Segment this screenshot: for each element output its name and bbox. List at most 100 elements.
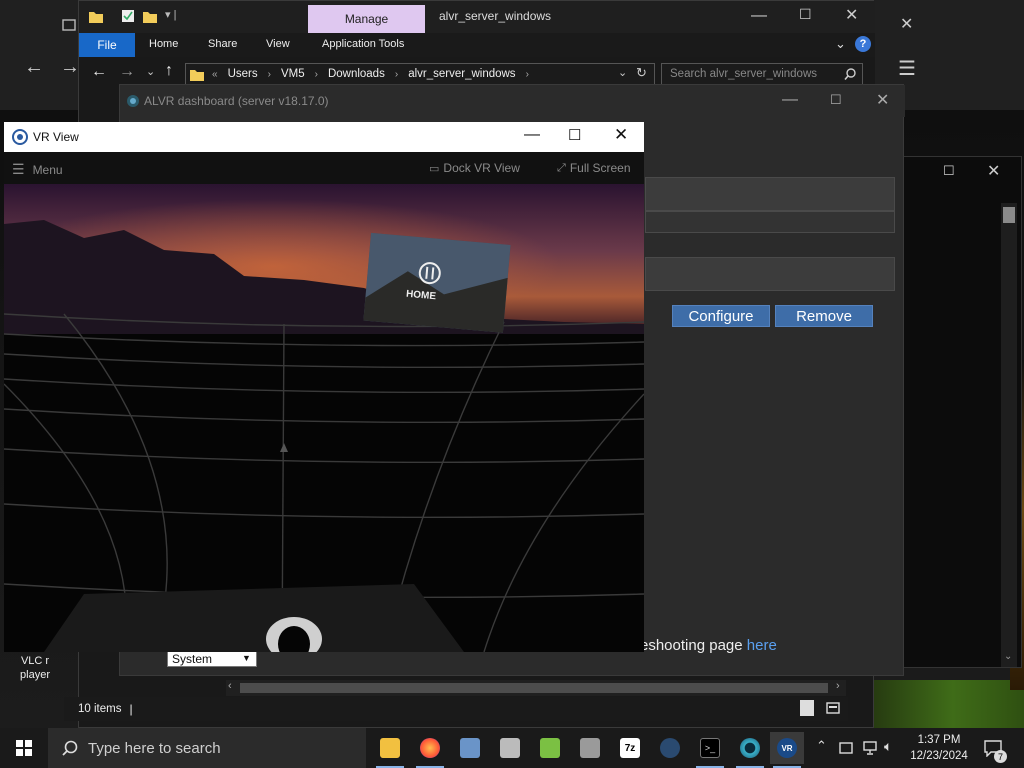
breadcrumb-downloads[interactable]: Downloads [328, 68, 385, 80]
taskbar-notepad[interactable] [533, 732, 567, 764]
taskbar-steamvr[interactable]: VR [770, 732, 804, 768]
forward-icon[interactable]: → [119, 63, 135, 81]
network-icon[interactable] [862, 740, 878, 756]
alvr-client-card [645, 257, 895, 291]
troubleshooting-label: eshooting page [640, 637, 743, 654]
explorer-scrollbar-thumb[interactable] [240, 683, 828, 693]
details-view-icon[interactable] [800, 700, 814, 716]
notification-badge: 7 [994, 750, 1007, 763]
ribbon-tab-share[interactable]: Share [208, 38, 237, 50]
minimize-icon[interactable]: — [751, 7, 767, 25]
desktop-icon-label: player [20, 669, 50, 681]
firefox-icon [420, 738, 440, 758]
vr-environment-graphic [4, 184, 644, 652]
breadcrumb-users[interactable]: Users [228, 68, 258, 80]
console-scrollbar[interactable]: ⌄ [1001, 203, 1017, 667]
breadcrumb-separator-icon[interactable]: › [268, 69, 271, 80]
breadcrumb-overflow-icon[interactable]: « [212, 69, 218, 80]
large-icons-view-icon[interactable] [826, 701, 840, 715]
file-explorer-icon [380, 738, 400, 758]
notepad-icon [540, 738, 560, 758]
ribbon-tab-home[interactable]: Home [149, 38, 178, 50]
browser-forward-icon[interactable]: → [60, 56, 80, 79]
desktop-icon-vlc[interactable]: VLC r player [10, 654, 60, 682]
breadcrumb-alvr-server-windows[interactable]: alvr_server_windows [408, 68, 515, 80]
full-screen-button[interactable]: ⤢ Full Screen [557, 161, 631, 175]
scroll-right-icon[interactable]: › [836, 680, 840, 692]
taskbar-steam[interactable] [653, 732, 687, 764]
quick-access-dropdown-icon[interactable]: ▾ | [165, 8, 176, 21]
vr-view-window: VR View — ☐ ✕ ☰ Menu ▭ Dock VR View ⤢ Fu… [4, 122, 644, 652]
show-hidden-icons-icon[interactable]: ⌃ [816, 738, 827, 754]
console-close-icon[interactable]: ✕ [987, 161, 1000, 181]
console-maximize-icon[interactable]: ☐ [943, 163, 955, 179]
address-bar[interactable]: « Users › VM5 › Downloads › alvr_server_… [185, 63, 655, 85]
taskbar-control-panel[interactable] [453, 732, 487, 764]
ribbon-tab-file[interactable]: File [79, 33, 135, 57]
language-select[interactable]: System ▼ [167, 651, 257, 667]
volume-muted-icon[interactable]: 🔈︎ [884, 738, 892, 755]
address-history-icon[interactable]: ⌄ [618, 66, 627, 79]
home-dashboard-panel [363, 232, 511, 333]
steamvr-icon: VR [777, 738, 797, 758]
explorer-search-input[interactable]: Search alvr_server_windows [661, 63, 863, 85]
up-icon[interactable]: ↑ [165, 62, 173, 80]
breadcrumb-separator-icon[interactable]: › [395, 69, 398, 80]
breadcrumb-separator-icon[interactable]: › [315, 69, 318, 80]
vr-maximize-icon[interactable]: ☐ [568, 126, 581, 144]
scroll-left-icon[interactable]: ‹ [228, 680, 232, 692]
taskbar-search-box[interactable]: Type here to search [48, 728, 366, 768]
properties-icon[interactable] [121, 9, 135, 23]
taskbar-firefox[interactable] [413, 732, 447, 768]
dock-vr-view-button[interactable]: ▭ Dock VR View [429, 161, 520, 175]
configure-button[interactable]: Configure [672, 305, 770, 327]
back-icon[interactable]: ← [91, 63, 107, 81]
taskbar-sandbox[interactable] [493, 732, 527, 764]
ribbon-expand-icon[interactable]: ⌄ [835, 36, 846, 52]
alvr-logo-icon [127, 95, 139, 107]
browser-close-icon[interactable]: ✕ [900, 14, 913, 34]
taskbar-alvr[interactable] [733, 732, 767, 768]
search-icon[interactable] [844, 68, 856, 80]
ribbon-tab-view[interactable]: View [266, 38, 290, 50]
vr-scene-render: HOME [4, 184, 644, 652]
alvr-minimize-icon[interactable]: — [782, 91, 798, 109]
ribbon-tab-application-tools[interactable]: Application Tools [322, 38, 404, 50]
alvr-section-header [645, 177, 895, 211]
recent-locations-icon[interactable]: ⌄ [146, 65, 155, 78]
vr-view-title: VR View [33, 130, 79, 144]
help-icon[interactable]: ? [855, 36, 871, 52]
vr-view-titlebar: VR View — ☐ ✕ [4, 122, 644, 152]
explorer-horizontal-scrollbar[interactable]: ‹ › [226, 680, 846, 696]
breadcrumb-vm5[interactable]: VM5 [281, 68, 305, 80]
troubleshooting-link[interactable]: here [747, 637, 777, 654]
steamvr-logo-icon [12, 129, 28, 145]
alvr-maximize-icon[interactable]: ☐ [830, 92, 842, 108]
windows-start-icon[interactable] [16, 740, 32, 756]
security-icon[interactable] [838, 740, 854, 756]
refresh-icon[interactable]: ↻ [636, 65, 647, 81]
maximize-icon[interactable]: ☐ [799, 6, 812, 23]
browser-back-icon[interactable]: ← [24, 56, 44, 79]
folder-icon [89, 12, 103, 23]
menu-button[interactable]: ☰ Menu [12, 161, 63, 178]
vr-close-icon[interactable]: ✕ [614, 125, 628, 145]
taskbar-clock[interactable]: 1:37 PM 12/23/2024 [906, 732, 972, 764]
taskbar-printer-app[interactable] [573, 732, 607, 764]
remove-button[interactable]: Remove [775, 305, 873, 327]
breadcrumb-separator-icon[interactable]: › [526, 69, 529, 80]
vr-minimize-icon[interactable]: — [524, 126, 540, 144]
taskbar-file-explorer[interactable] [373, 732, 407, 768]
alvr-titlebar: ALVR dashboard (server v18.17.0) — ☐ ✕ [120, 85, 905, 117]
manage-context-tab[interactable]: Manage [308, 5, 425, 33]
taskbar-terminal[interactable]: >_ [693, 732, 727, 768]
new-folder-icon[interactable] [143, 9, 157, 23]
taskbar-7zip[interactable]: 7z [613, 732, 647, 764]
scroll-down-icon[interactable]: ⌄ [1004, 651, 1012, 662]
close-icon[interactable]: ✕ [845, 5, 858, 25]
item-count: 10 items [78, 703, 122, 715]
console-scrollbar-thumb[interactable] [1003, 207, 1015, 223]
alvr-close-icon[interactable]: ✕ [876, 90, 889, 110]
browser-menu-icon[interactable]: ☰ [898, 56, 916, 81]
language-select-value: System [172, 652, 213, 666]
